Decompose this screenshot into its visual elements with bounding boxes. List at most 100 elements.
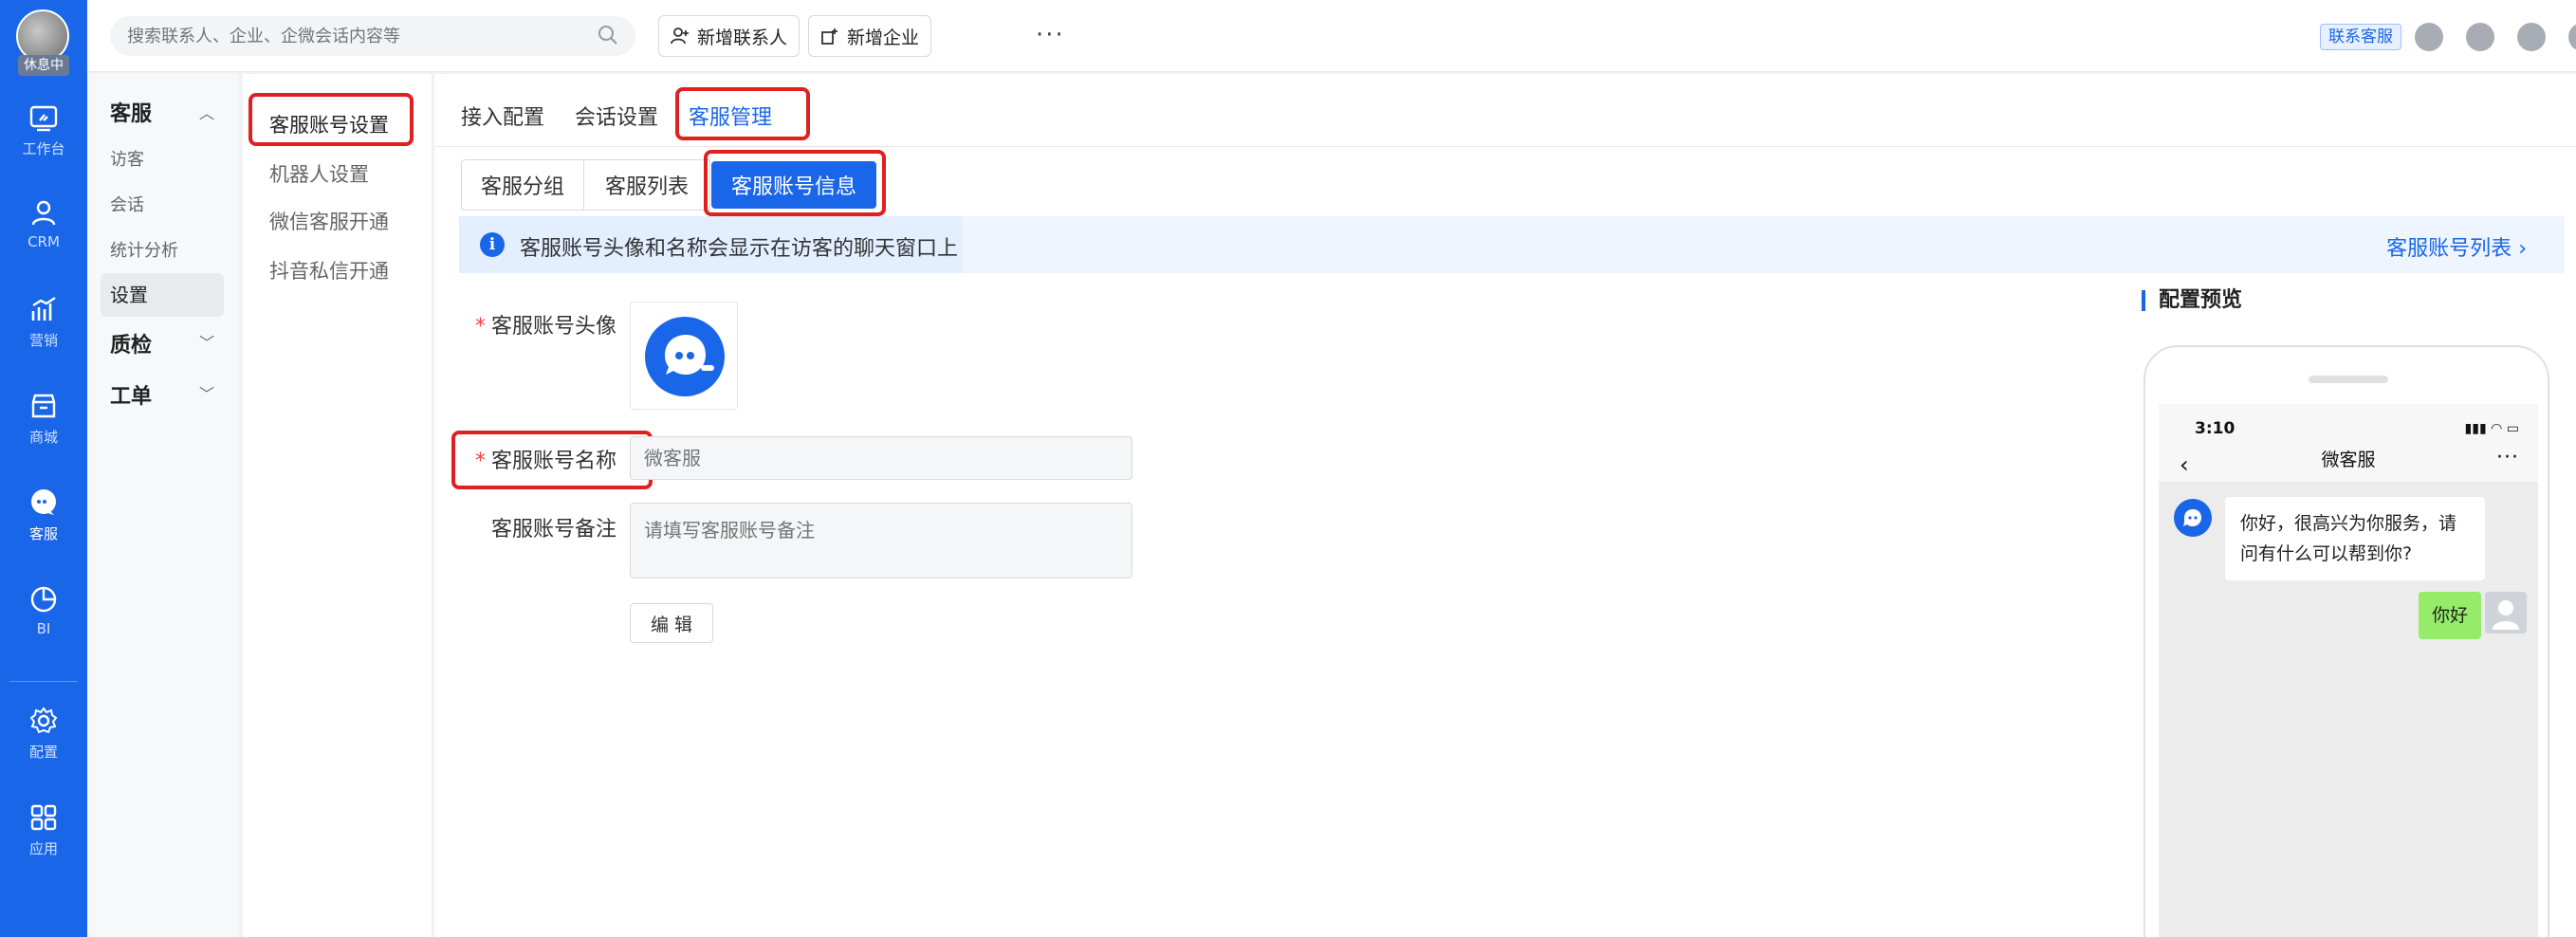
segment-label: 客服列表 — [604, 175, 689, 199]
nav3-item-robot[interactable]: 机器人设置 — [269, 159, 369, 188]
add-company-button[interactable]: 新增企业 — [808, 15, 932, 57]
rail-label: BI — [36, 620, 51, 637]
pie-icon — [30, 586, 57, 613]
rail-item-bi[interactable]: BI — [0, 584, 87, 637]
name-label-text: 客服账号名称 — [490, 450, 616, 473]
rail-label: 工作台 — [22, 140, 65, 157]
remark-label: 客服账号备注 — [490, 518, 616, 542]
app-rail: 休息中 工作台 CRM 营销 商城 客服 BI 配置 应用 — [0, 0, 87, 937]
account-remark-input[interactable] — [630, 503, 1132, 579]
contact-service-button[interactable]: 联系客服 — [2320, 24, 2401, 50]
tab-access-config[interactable]: 接入配置 — [461, 101, 544, 131]
service-avatar-icon — [645, 317, 725, 396]
user-avatar-icon — [2485, 592, 2527, 634]
bot-avatar-icon — [2174, 499, 2212, 537]
user-avatar-wrap[interactable]: 休息中 — [16, 9, 71, 76]
refresh-icon[interactable] — [2415, 23, 2443, 51]
chat-bot-icon — [2183, 509, 2201, 526]
section-service[interactable]: 客服 — [110, 97, 152, 127]
info-text: 客服账号头像和名称会显示在访客的聊天窗口上 — [520, 237, 959, 261]
more-icon: ··· — [2496, 446, 2519, 469]
add-company-icon — [821, 28, 837, 45]
top-bar: 新增联系人 新增企业 ··· 联系客服 — [87, 0, 2576, 72]
tab-divider — [434, 146, 2576, 147]
rail-label: 应用 — [28, 840, 58, 857]
nav3-item-account-settings[interactable]: 客服账号设置 — [269, 110, 389, 138]
search-icon[interactable] — [598, 25, 618, 46]
chart-icon — [31, 297, 56, 321]
rail-item-mall[interactable]: 商城 — [0, 391, 87, 447]
incoming-message: 你好，很高兴为你服务，请问有什么可以帮到你? — [2225, 497, 2485, 580]
section-quality[interactable]: 质检 — [110, 328, 152, 358]
rail-item-marketing[interactable]: 营销 — [0, 294, 87, 350]
add-user-icon — [671, 28, 689, 45]
phone-time: 3:10 — [2195, 419, 2236, 438]
account-list-link[interactable]: 客服账号列表 › — [2386, 231, 2527, 262]
person-icon — [2493, 600, 2519, 630]
chevron-down-icon[interactable]: ﹀ — [199, 330, 214, 353]
chevron-right-icon: › — [2518, 237, 2527, 261]
avatar-upload[interactable] — [630, 302, 738, 410]
edit-button[interactable]: 编 辑 — [630, 603, 713, 643]
rail-label: 商城 — [28, 429, 58, 446]
chat-title: 微客服 — [2321, 450, 2376, 470]
nav3-item-wechat[interactable]: 微信客服开通 — [269, 207, 389, 235]
user-icon — [31, 200, 56, 226]
add-company-label: 新增企业 — [847, 28, 920, 48]
rail-label: 配置 — [28, 744, 58, 761]
main-panel: 接入配置 会话设置 客服管理 客服分组 客服列表 客服账号信息 i 客服账号头像… — [434, 74, 2576, 937]
store-icon — [31, 394, 56, 418]
outgoing-message: 你好 — [2418, 592, 2481, 639]
status-badge: 休息中 — [18, 55, 69, 76]
add-contact-button[interactable]: 新增联系人 — [658, 15, 800, 57]
preview-title: 配置预览 — [2142, 290, 2242, 311]
rail-item-service[interactable]: 客服 — [0, 487, 87, 543]
segment-groups[interactable]: 客服分组 — [461, 159, 584, 211]
rail-item-workbench[interactable]: 工作台 — [0, 102, 87, 158]
rail-item-config[interactable]: 配置 — [0, 706, 87, 762]
account-name-input[interactable] — [630, 436, 1132, 480]
rail-divider — [9, 681, 78, 682]
nav2-item-conversation[interactable]: 会话 — [110, 192, 144, 216]
rail-label: 营销 — [28, 332, 58, 349]
segment-list[interactable]: 客服列表 — [583, 159, 710, 211]
phone-preview: 3:10 ▮▮▮ ◠ ▭ ‹ 微客服 ··· 你好，很高兴为你服务，请问有什么可… — [2144, 345, 2549, 937]
highlight-box — [675, 87, 810, 140]
phone-screen: 3:10 ▮▮▮ ◠ ▭ ‹ 微客服 ··· 你好，很高兴为你服务，请问有什么可… — [2159, 404, 2538, 937]
chat-icon — [31, 489, 56, 515]
avatar-label-text: 客服账号头像 — [490, 315, 616, 339]
apps-icon — [30, 804, 57, 831]
section-ticket[interactable]: 工单 — [110, 379, 152, 410]
download-icon[interactable] — [2517, 23, 2546, 51]
account-list-link-label: 客服账号列表 — [2386, 237, 2512, 261]
service-sidebar: 客服 ︿ 访客 会话 统计分析 设置 质检 ﹀ 工单 ﹀ — [87, 74, 239, 937]
add-contact-label: 新增联系人 — [697, 28, 788, 48]
dashboard-icon — [29, 105, 58, 132]
signal-battery-icon: ▮▮▮ ◠ ▭ — [2464, 421, 2519, 436]
highlight-box — [704, 150, 886, 216]
info-icon[interactable] — [2466, 23, 2494, 51]
avatar-label: * 客服账号头像 — [474, 315, 616, 339]
settings-menu: 客服账号设置 机器人设置 微信客服开通 抖音私信开通 — [243, 74, 432, 937]
nav3-item-douyin[interactable]: 抖音私信开通 — [269, 256, 389, 285]
more-menu-button[interactable]: ··· — [1036, 21, 1065, 49]
name-label: * 客服账号名称 — [474, 450, 616, 473]
chevron-up-icon[interactable]: ︿ — [199, 101, 214, 123]
search-input[interactable] — [110, 16, 635, 56]
nav2-item-stats[interactable]: 统计分析 — [110, 237, 178, 262]
phone-header: 3:10 ▮▮▮ ◠ ▭ ‹ 微客服 ··· — [2159, 404, 2538, 482]
phone-notch — [2309, 376, 2388, 383]
tab-session-settings[interactable]: 会话设置 — [575, 101, 658, 131]
gear-icon — [29, 707, 58, 734]
info-icon: i — [480, 232, 505, 257]
nav2-item-visitor[interactable]: 访客 — [110, 146, 144, 171]
rail-label: 客服 — [28, 525, 58, 542]
share-icon[interactable] — [2568, 23, 2576, 51]
rail-item-apps[interactable]: 应用 — [0, 802, 87, 858]
info-bar: i 客服账号头像和名称会显示在访客的聊天窗口上 客服账号列表 › — [459, 216, 2565, 273]
rail-label: CRM — [28, 233, 60, 250]
nav2-item-settings[interactable]: 设置 — [101, 273, 224, 317]
rail-item-crm[interactable]: CRM — [0, 197, 87, 250]
segment-label: 客服分组 — [480, 175, 564, 199]
chevron-down-icon[interactable]: ﹀ — [199, 381, 214, 404]
